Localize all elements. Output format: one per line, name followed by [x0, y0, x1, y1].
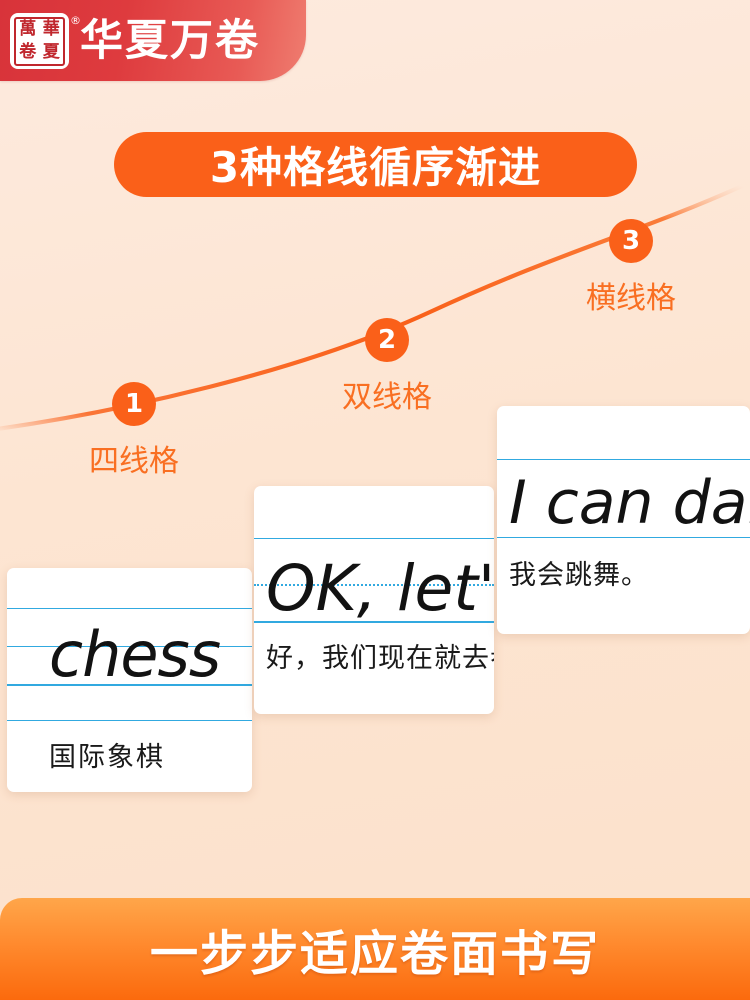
rule-line	[7, 608, 252, 609]
step-label-3: 横线格	[586, 281, 676, 316]
header-band: 萬 華 卷 夏 ® 华夏万卷	[0, 0, 306, 81]
seal-icon: 萬 華 卷 夏	[14, 16, 65, 66]
sample-card-four-line-grid: chess 国际象棋	[7, 568, 252, 792]
rule-line	[7, 720, 252, 721]
brand-logo-mark: 萬 華 卷 夏	[10, 13, 69, 69]
step-number-badge: 3	[609, 219, 653, 263]
sample-english-text: I can dan	[509, 468, 750, 538]
brand-name: 华夏万卷	[80, 16, 260, 66]
title-pill: 3种格线循序渐进	[114, 132, 637, 197]
bottom-banner-text: 一步步适应卷面书写	[149, 926, 600, 982]
seal-char-4: 夏	[42, 41, 60, 62]
sample-chinese-text: 好，我们现在就去参	[266, 643, 494, 674]
sample-english-text: chess	[49, 618, 221, 691]
step-number-badge: 1	[112, 382, 156, 426]
rule-line	[254, 538, 494, 539]
seal-char-1: 萬	[19, 19, 37, 40]
bottom-banner: 一步步适应卷面书写	[0, 898, 750, 1000]
sample-chinese-text: 国际象棋	[49, 742, 165, 773]
step-label-2: 双线格	[342, 380, 432, 415]
step-number-badge: 2	[365, 318, 409, 362]
step-label-1: 四线格	[89, 444, 179, 479]
rule-line	[497, 459, 750, 460]
sample-english-text: OK, let's	[266, 552, 494, 625]
seal-char-2: 華	[42, 19, 60, 40]
sample-card-horizontal-line-grid: I can dan 我会跳舞。	[497, 406, 750, 634]
sample-chinese-text: 我会跳舞。	[509, 560, 649, 591]
page-title: 3种格线循序渐进	[209, 143, 542, 192]
sample-card-double-line-grid: OK, let's 好，我们现在就去参	[254, 486, 494, 714]
promo-page: 萬 華 卷 夏 ® 华夏万卷 3种格线循序渐进 1 四线格 2 双线格 3 横线…	[0, 0, 750, 1000]
seal-char-3: 卷	[19, 41, 37, 62]
